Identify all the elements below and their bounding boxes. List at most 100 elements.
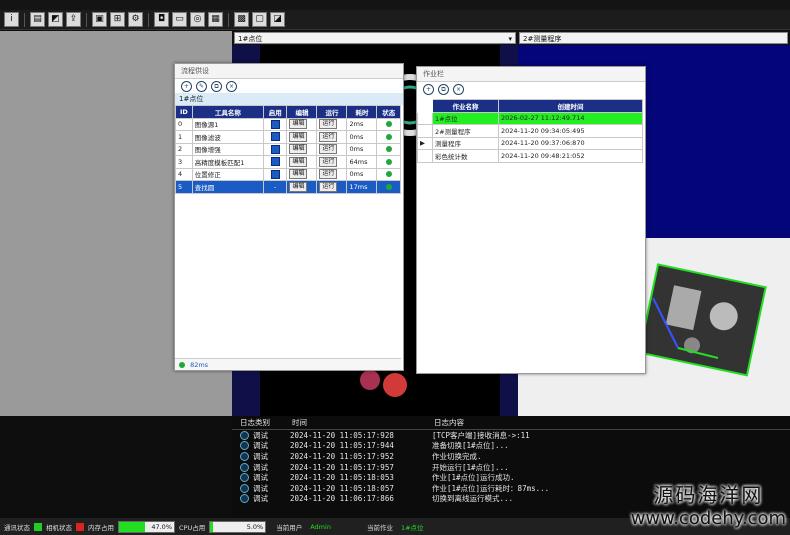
status-cell [376,130,401,144]
watermark: 源码海洋网 www.codehy.com [631,479,786,529]
edit-button[interactable]: 编辑 [289,181,308,192]
memory-value: 47.0% [151,522,172,531]
flow-footer: 82ms [175,358,401,370]
job-created: 2024-11-20 09:48:21:052 [497,149,644,163]
status-ok-icon [179,362,185,368]
column-header-run: 运行 [316,105,348,119]
run-button[interactable]: 运行 [319,131,338,142]
edit-icon[interactable]: ✎ [196,80,207,92]
row-elapsed: 64ms [346,155,378,169]
enabled-checkbox[interactable] [262,155,288,169]
column-header-status: 状态 [376,105,401,119]
cpu-progress-fill [210,521,213,532]
table-row[interactable]: 彩色统计数 2024-11-20 09:48:21:052 [417,149,644,163]
job-name: 1#点位 [432,111,499,125]
edit-button[interactable]: 编辑 [289,131,308,142]
calculator-icon[interactable]: ▦ [208,12,223,27]
row-tool-name: 图像源1 [191,117,264,131]
enabled-checkbox[interactable] [262,142,288,156]
delete-icon[interactable]: × [226,80,237,92]
table-row[interactable]: 2#测量程序 2024-11-20 09:34:05:495 [417,124,644,138]
window-icon[interactable]: ▢ [252,12,267,27]
column-header-created: 创建时间 [497,99,644,113]
status-ok-icon [385,133,392,140]
log-type: 调试 [253,462,268,472]
current-job-label: 当前作业 [366,523,393,532]
import-icon[interactable]: ⇪ [66,12,81,27]
table-row[interactable]: 1 图像滤波 编辑 运行 0ms [175,130,401,144]
run-button[interactable]: 运行 [319,144,338,155]
save-icon[interactable]: ▤ [30,12,45,27]
table-row[interactable]: 3 高精度模板匹配1 编辑 运行 64ms [175,155,401,169]
copy-icon[interactable]: ⧉ [211,80,222,92]
row-id: 2 [175,142,193,156]
log-time: 2024-11-20 11:05:17:944 [290,441,394,451]
left-view-dropdown[interactable]: 1#点位 ▾ [234,32,516,44]
run-button[interactable]: 运行 [319,119,338,130]
monitor-icon[interactable]: ▭ [172,12,187,27]
right-view-dropdown[interactable]: 2#测量程序 [519,32,788,44]
run-button[interactable]: 运行 [319,156,338,167]
table-row[interactable]: 4 位置修正 编辑 运行 0ms [175,167,401,181]
table-row[interactable]: 1#点位 2026-02-27 11:12:49.714 [417,111,644,125]
run-cell: 运行 [316,142,348,156]
target-icon[interactable]: ◎ [190,12,205,27]
log-message: 作业[1#点位]运行耗时：87ms... [432,483,550,493]
toolbox-icon[interactable]: ▣ [92,12,107,27]
job-panel-title: 作业栏 [417,67,645,82]
row-elapsed: 17ms [346,180,378,194]
row-marker: ▶ [417,136,433,150]
log-type: 调试 [253,430,268,440]
grid-icon[interactable]: ▩ [234,12,249,27]
status-ok-icon [385,121,392,128]
enabled-checkbox[interactable] [262,130,288,144]
edit-button[interactable]: 编辑 [289,169,308,180]
add-icon[interactable]: + [423,83,434,95]
column-header-elapsed: 耗时 [346,105,378,119]
log-row[interactable]: 调试 2024-11-20 11:05:17:952 作业切换完成. [232,451,790,462]
enabled-checkbox[interactable]: - [262,180,288,194]
run-cell: 运行 [316,130,348,144]
settings-icon[interactable]: ⚙ [128,12,143,27]
edit-button[interactable]: 编辑 [289,156,308,167]
edit-button[interactable]: 编辑 [289,119,308,130]
info-icon [240,462,249,472]
export-icon[interactable]: ◩ [48,12,63,27]
log-row[interactable]: 调试 2024-11-20 11:05:17:928 [TCP客户端]接收消息-… [232,430,790,441]
total-elapsed: 82ms [190,361,209,369]
enabled-checkbox[interactable] [262,167,288,181]
job-created: 2026-02-27 11:12:49.714 [497,111,644,125]
table-row[interactable]: ▶ 测量程序 2024-11-20 09:37:06:870 [417,136,644,150]
job-name: 彩色统计数 [432,149,499,163]
layout-icon[interactable]: ⊞ [110,12,125,27]
add-icon[interactable]: + [181,80,192,92]
camera-status-label: 相机状态 [46,523,72,532]
edit-button[interactable]: 编辑 [289,144,308,155]
table-row[interactable]: 0 图像源1 编辑 运行 2ms [175,117,401,131]
log-time: 2024-11-20 11:05:17:928 [290,430,394,440]
memory-label: 内存占用 [88,523,114,532]
table-row-selected[interactable]: 5 查找圆 - 编辑 运行 17ms [175,180,401,194]
run-button[interactable]: 运行 [319,169,338,180]
log-time: 2024-11-20 11:05:18:053 [290,473,394,483]
log-type: 调试 [253,441,268,451]
log-row[interactable]: 调试 2024-11-20 11:05:17:944 准备切换[1#点位]... [232,441,790,452]
log-header-content: 日志内容 [434,418,464,427]
edit-cell: 编辑 [286,117,318,131]
column-header-edit: 编辑 [286,105,318,119]
image-icon[interactable]: ◪ [270,12,285,27]
log-row[interactable]: 调试 2024-11-20 11:05:17:957 开始运行[1#点位]... [232,462,790,473]
enabled-checkbox[interactable] [262,117,288,131]
info-icon[interactable]: i [4,12,19,27]
log-header-time: 时间 [292,418,307,427]
camera-icon[interactable]: ◘ [154,12,169,27]
run-button[interactable]: 运行 [319,181,338,192]
delete-icon[interactable]: × [453,83,464,95]
edit-cell: 编辑 [286,180,318,194]
status-ok-icon [385,146,392,153]
log-header: 日志类别 时间 日志内容 [232,416,790,430]
table-row[interactable]: 2 图像增强 编辑 运行 0ms [175,142,401,156]
run-cell: 运行 [316,155,348,169]
edit-cell: 编辑 [286,155,318,169]
copy-icon[interactable]: ⧉ [438,83,449,95]
